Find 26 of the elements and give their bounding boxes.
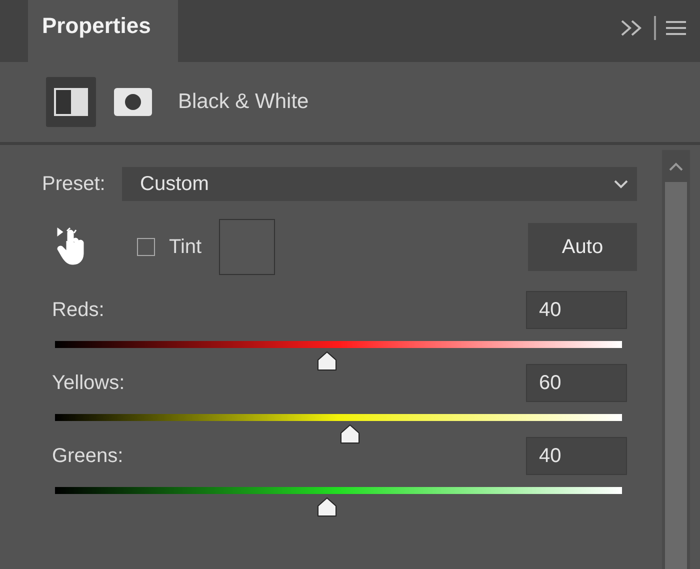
- menu-icon[interactable]: [666, 20, 686, 36]
- adjustment-title: Black & White: [178, 90, 309, 114]
- panel-tab[interactable]: Properties: [28, 0, 178, 62]
- tint-label: Tint: [169, 236, 202, 258]
- slider-thumb[interactable]: [338, 424, 361, 444]
- scrollbar[interactable]: [662, 150, 690, 569]
- slider-label: Greens:: [52, 444, 124, 468]
- expand-icon[interactable]: [620, 18, 644, 38]
- chevron-down-icon: [613, 179, 629, 189]
- mask-icon: [113, 87, 153, 117]
- separator-icon: [654, 16, 656, 40]
- tint-checkbox[interactable]: [137, 238, 155, 256]
- value-field[interactable]: 40: [526, 437, 627, 475]
- slider-label: Yellows:: [52, 372, 125, 394]
- adjustment-button[interactable]: [46, 77, 96, 127]
- scroll-up-icon[interactable]: [668, 162, 684, 172]
- tint-swatch[interactable]: [218, 219, 275, 275]
- slider-thumb[interactable]: [316, 497, 338, 517]
- value-field[interactable]: 60: [526, 364, 627, 402]
- preset-dropdown[interactable]: Custom: [122, 167, 637, 201]
- slider-thumb[interactable]: [316, 351, 338, 371]
- half-filled-square-icon: [53, 87, 89, 117]
- auto-button[interactable]: Auto: [528, 223, 637, 271]
- preset-label: Preset:: [42, 172, 106, 196]
- value-field[interactable]: 40: [526, 291, 627, 329]
- slider-label: Reds:: [52, 298, 104, 322]
